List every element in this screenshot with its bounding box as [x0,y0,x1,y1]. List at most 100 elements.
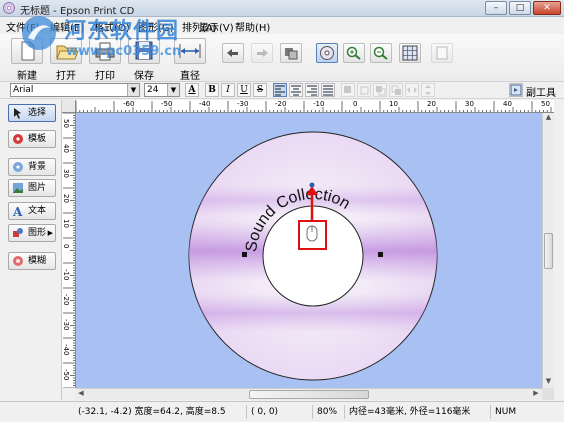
flip-vertical-icon [425,85,431,95]
page-button[interactable] [431,43,453,63]
tool-background-button[interactable]: 背景 [8,158,56,176]
tool-background-label: 背景 [28,162,47,172]
underline-button[interactable]: U [237,83,251,97]
tool-select-label: 选择 [28,108,47,118]
diameter-icon [179,44,201,58]
tool-text-button[interactable]: A 文本 [8,202,56,220]
arrange-back-button[interactable] [357,83,371,97]
tool-select-button[interactable]: 选择 [8,104,56,122]
tool-shape-label: 图形 [28,228,47,238]
layers-button[interactable] [280,43,302,63]
scroll-up-icon[interactable]: ▲ [543,113,554,123]
align-left-button[interactable] [273,83,287,97]
window-title: 无标题 - Epson Print CD [20,6,135,17]
horizontal-scroll-thumb[interactable] [249,390,369,399]
close-button[interactable]: ✕ [533,1,561,15]
ruler-label: 40 [503,100,512,108]
cd-label-drawing[interactable]: Sound Collection [76,113,542,388]
print-button[interactable] [89,38,121,64]
vertical-scroll-thumb[interactable] [544,233,553,269]
menu-file[interactable]: 文件(F) [6,19,40,34]
selection-handle[interactable] [242,252,247,257]
font-size-select[interactable]: 24 ▼ [144,83,180,97]
format-toolbar: Arial ▼ 24 ▼ A B I U S 副工具 [0,82,564,99]
open-folder-icon [56,45,79,60]
bring-front-icon [344,86,351,93]
ruler-label: 0 [353,100,358,108]
tool-blur-label: 模糊 [28,256,47,266]
font-select[interactable]: Arial ▼ [10,83,140,97]
grid-icon [402,45,418,61]
shape-icon [13,228,23,237]
blur-icon [13,256,23,266]
new-button[interactable] [11,38,43,64]
font-select-value: Arial [13,85,34,95]
open-button[interactable] [50,38,82,64]
ruler-corner [62,100,76,113]
redo-button[interactable] [251,43,273,63]
status-bar: (-32.1, -4.2) 宽度=64.2, 高度=8.5 ( 0, 0) 80… [0,401,564,422]
font-size-value: 24 [147,85,159,95]
save-disk-icon [135,41,153,60]
flip-vertical-button[interactable] [421,83,435,97]
arrange-forward-button[interactable] [373,83,387,97]
rotation-point[interactable] [309,182,315,188]
ruler-label: 50 [541,100,550,108]
mouse-icon [306,225,318,242]
align-justify-button[interactable] [321,83,335,97]
submenu-arrow-icon: ▶ [47,229,53,237]
tool-panel: 选择 模板 背景 图片 A 文本 图形 ▶ 模糊 [0,100,62,400]
strikethrough-button[interactable]: S [253,83,267,97]
vertical-scrollbar[interactable]: ▲ ▼ [542,113,554,388]
menu-format[interactable]: 格式(O) [94,19,130,34]
menu-graphics[interactable]: 图形(G) [138,19,174,34]
new-document-icon [21,41,35,61]
undo-button[interactable] [222,43,244,63]
status-cursor: ( 0, 0) [246,405,308,419]
menu-view[interactable]: 显示(V) [199,19,234,34]
arrange-backward-button[interactable] [389,83,403,97]
design-canvas[interactable]: Sound Collection [76,113,542,388]
minimize-button[interactable]: – [485,1,507,15]
zoom-in-button[interactable] [343,43,365,63]
menu-help[interactable]: 帮助(H) [235,19,270,34]
ruler-label: 10 [62,219,70,228]
diameter-button[interactable] [174,38,206,64]
side-tools-icon-button[interactable] [509,83,523,97]
ruler-label: -10 [62,269,70,281]
horizontal-scrollbar[interactable]: ◀ ▶ [76,388,542,400]
cd-fit-button[interactable] [316,43,338,63]
font-color-button[interactable]: A [185,83,199,97]
save-button[interactable] [128,38,160,64]
tool-picture-button[interactable]: 图片 [8,179,56,197]
ruler-label: -20 [62,294,70,306]
arrange-front-button[interactable] [341,83,355,97]
ruler-label: -30 [62,319,70,331]
grid-button[interactable] [399,43,421,63]
diameter-label: 直径 [180,71,200,82]
scroll-down-icon[interactable]: ▼ [543,377,554,387]
align-center-button[interactable] [289,83,303,97]
print-label: 打印 [95,71,115,82]
ruler-label: 10 [389,100,398,108]
scroll-right-icon[interactable]: ▶ [531,389,541,400]
flip-horizontal-button[interactable] [405,83,419,97]
ruler-label: 40 [62,144,70,153]
send-backward-icon [391,85,401,95]
tool-template-button[interactable]: 模板 [8,130,56,148]
maximize-button[interactable]: □ [509,1,531,15]
tool-blur-button[interactable]: 模糊 [8,252,56,270]
menu-edit[interactable]: 编辑(E) [50,19,84,34]
scroll-left-icon[interactable]: ◀ [76,389,86,400]
side-tools-icon [510,84,522,96]
side-tools-label[interactable]: 副工具 [526,84,556,99]
bold-button[interactable]: B [205,83,219,97]
selection-handle[interactable] [378,252,383,257]
bring-forward-icon [376,86,386,96]
zoom-out-button[interactable] [370,43,392,63]
align-justify-icon [323,85,333,96]
tool-shape-button[interactable]: 图形 ▶ [8,224,56,242]
align-right-button[interactable] [305,83,319,97]
italic-button[interactable]: I [221,83,235,97]
zoom-out-icon [373,46,388,60]
